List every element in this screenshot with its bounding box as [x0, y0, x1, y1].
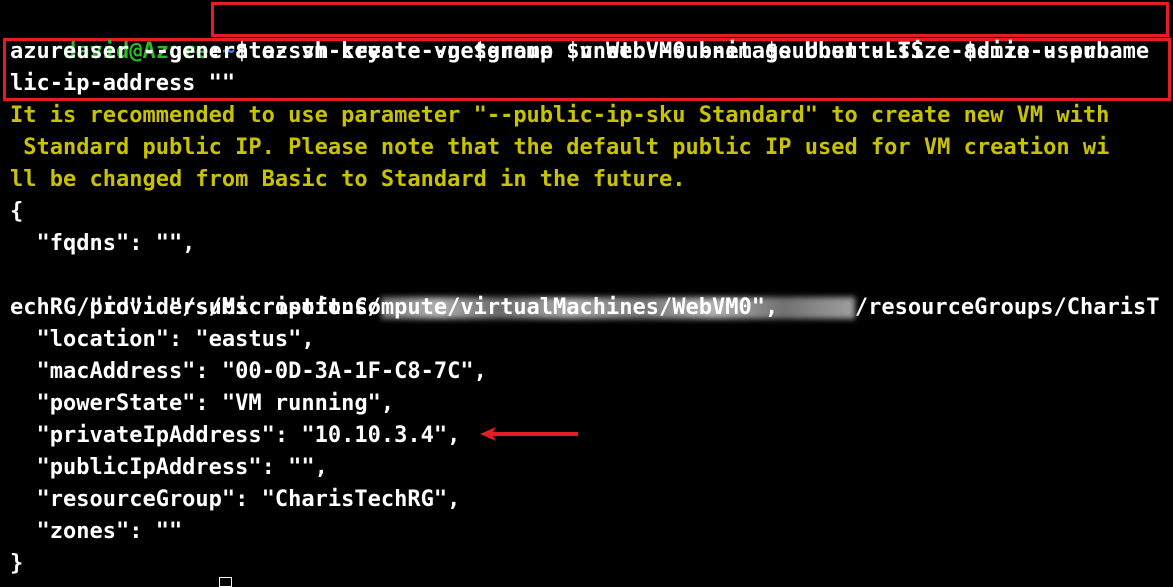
prompt-line: david@Azure:~$ az vm create -g $group -n… — [10, 4, 1149, 64]
json-id-line-2: echRG/providers/Microsoft.Compute/virtua… — [10, 295, 779, 320]
json-mac-address: "macAddress": "00-0D-3A-1F-C8-7C", — [10, 359, 487, 384]
json-fqdns: "fqdns": "", — [10, 231, 196, 256]
json-zones: "zones": "" — [10, 519, 183, 544]
json-open-brace: { — [10, 199, 24, 224]
command-text-line-3[interactable]: lic-ip-address "" — [10, 68, 235, 100]
warning-line-1: It is recommended to use parameter "--pu… — [10, 103, 1110, 128]
warning-line-2: Standard public IP. Please note that the… — [10, 135, 1110, 160]
json-power-state: "powerState": "VM running", — [10, 391, 395, 416]
command-text-line-2[interactable]: azureuser --generate-ssh-keys --vnet-nam… — [10, 36, 1109, 68]
json-id-suffix: /resourceGroups/CharisT — [854, 295, 1160, 320]
json-location: "location": "eastus", — [10, 327, 315, 352]
terminal-window[interactable]: david@Azure:~$ az vm create -g $group -n… — [0, 0, 1173, 587]
annotation-arrow-icon — [480, 427, 578, 441]
json-resource-group: "resourceGroup": "CharisTechRG", — [10, 487, 461, 512]
warning-line-3: ll be changed from Basic to Standard in … — [10, 167, 686, 192]
json-id-line-1: "id": "/subscriptions//resourceGroups/Ch… — [10, 260, 1159, 320]
json-private-ip: "privateIpAddress": "10.10.3.4", — [10, 423, 461, 448]
json-close-brace: } — [10, 551, 24, 576]
terminal-cursor — [219, 577, 232, 587]
json-public-ip: "publicIpAddress": "", — [10, 455, 328, 480]
